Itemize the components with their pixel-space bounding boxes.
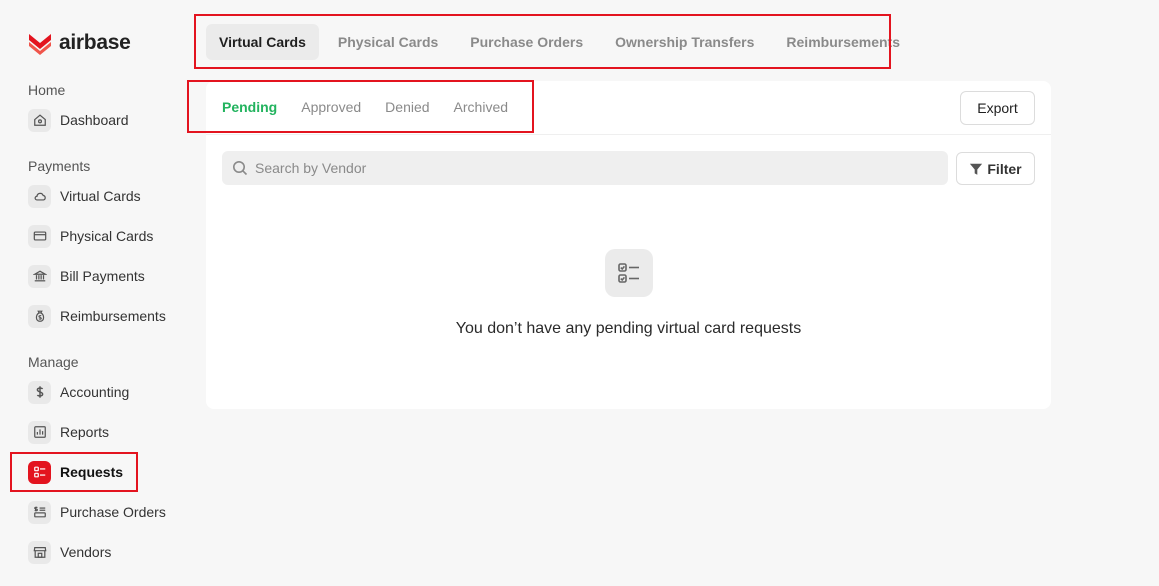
sidebar-item-virtual-cards[interactable]: Virtual Cards [28, 183, 141, 209]
status-tab-bar: Pending Approved Denied Archived [222, 99, 532, 115]
tab-physical-cards[interactable]: Physical Cards [325, 24, 451, 60]
tab-virtual-cards[interactable]: Virtual Cards [206, 24, 319, 60]
checklist-icon [28, 460, 51, 484]
search-icon [233, 161, 248, 176]
dollar-icon [28, 380, 51, 404]
top-tab-bar: Virtual Cards Physical Cards Purchase Or… [206, 24, 919, 60]
sidebar-item-label: Dashboard [60, 112, 129, 128]
sidebar-item-label: Reimbursements [60, 308, 166, 324]
sidebar-item-label: Vendors [60, 544, 112, 560]
airbase-logo[interactable]: airbase [27, 30, 131, 56]
subtab-archived[interactable]: Archived [454, 99, 508, 115]
subtab-pending[interactable]: Pending [222, 99, 277, 115]
divider [206, 134, 1051, 135]
sidebar: airbase Home Dashboard Payments Virtual … [0, 0, 190, 586]
search-box[interactable] [222, 151, 948, 185]
storefront-icon [28, 540, 51, 564]
sidebar-item-reimbursements[interactable]: Reimbursements [28, 303, 166, 329]
tab-purchase-orders[interactable]: Purchase Orders [457, 24, 596, 60]
tab-reimbursements[interactable]: Reimbursements [773, 24, 913, 60]
sidebar-item-label: Virtual Cards [60, 188, 141, 204]
sidebar-item-label: Requests [60, 464, 124, 480]
section-label-manage: Manage [28, 354, 79, 370]
bank-icon [28, 264, 51, 288]
sidebar-item-vendors[interactable]: Vendors [28, 539, 111, 565]
requests-panel: Pending Approved Denied Archived Export … [206, 81, 1051, 409]
tab-ownership-transfers[interactable]: Ownership Transfers [602, 24, 767, 60]
sidebar-item-label: Bill Payments [60, 268, 145, 284]
sidebar-item-purchase-orders[interactable]: Purchase Orders [28, 499, 166, 525]
sidebar-item-label: Physical Cards [60, 228, 154, 244]
purchase-order-icon [28, 500, 51, 524]
sidebar-item-label: Purchase Orders [60, 504, 166, 520]
brand-name: airbase [59, 31, 131, 54]
subtab-approved[interactable]: Approved [301, 99, 361, 115]
sidebar-item-accounting[interactable]: Accounting [28, 379, 129, 405]
empty-state-checklist-icon [605, 249, 653, 297]
sidebar-item-bill-payments[interactable]: Bill Payments [28, 263, 145, 289]
sidebar-item-label: Accounting [60, 384, 130, 400]
search-input[interactable] [255, 160, 935, 176]
section-label-payments: Payments [28, 158, 91, 174]
section-label-home: Home [28, 82, 66, 98]
sidebar-item-reports[interactable]: Reports [28, 419, 109, 445]
sidebar-item-label: Reports [60, 424, 110, 440]
filter-button-label: Filter [987, 160, 1022, 177]
bar-chart-icon [28, 420, 51, 444]
subtab-denied[interactable]: Denied [385, 99, 429, 115]
home-icon [28, 108, 51, 132]
airbase-logo-icon [29, 34, 51, 55]
sidebar-item-requests[interactable]: Requests [28, 459, 123, 485]
credit-card-icon [28, 224, 51, 248]
sidebar-item-physical-cards[interactable]: Physical Cards [28, 223, 153, 249]
empty-state-message: You don’t have any pending virtual card … [455, 320, 802, 337]
filter-icon [970, 163, 983, 175]
export-button[interactable]: Export [960, 91, 1035, 125]
cloud-icon [28, 184, 51, 208]
money-bag-icon [28, 304, 51, 328]
sidebar-item-dashboard[interactable]: Dashboard [28, 107, 129, 133]
filter-button[interactable]: Filter [956, 152, 1035, 185]
